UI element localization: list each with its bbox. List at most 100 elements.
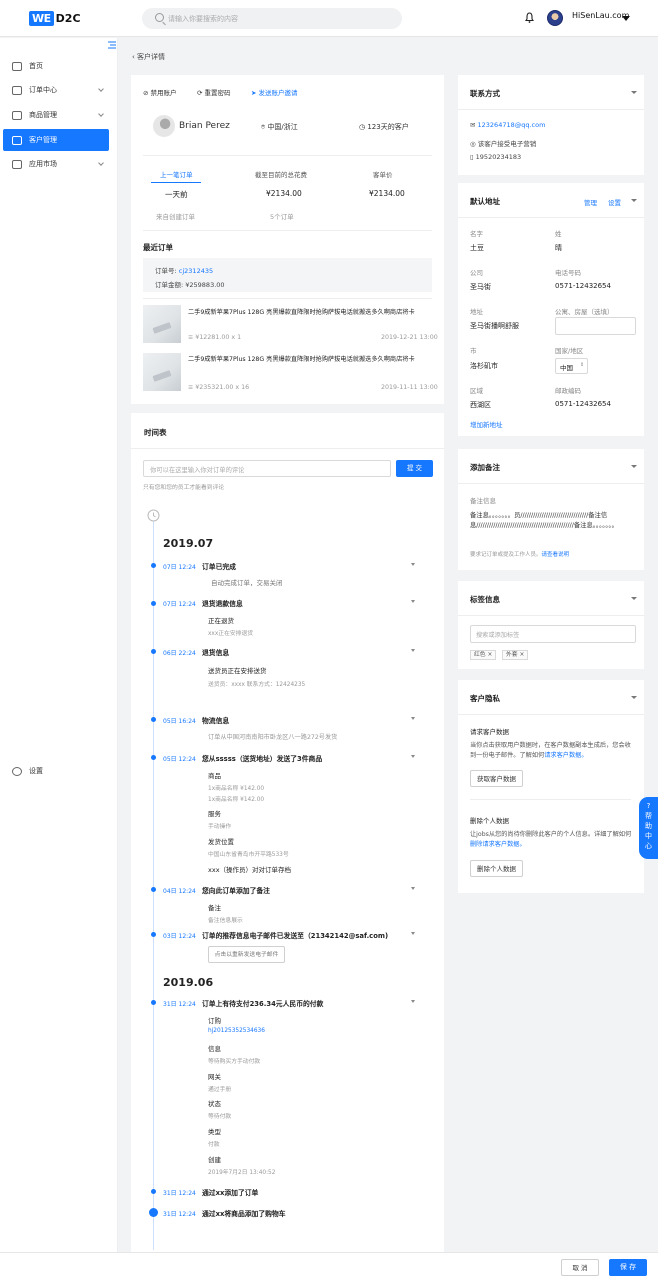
price-text: ¥12281.00 x 1 xyxy=(195,334,242,341)
event-section: 发货位置 xyxy=(208,838,234,846)
tag-search-input[interactable]: 搜索或添加标签 xyxy=(470,625,636,643)
event-field-value: 付款 xyxy=(208,1142,220,1148)
contact-marketing: ◎ 该客户接受电子营销 xyxy=(470,138,536,148)
product-date: 2019-12-21 13:00 xyxy=(381,334,438,341)
sidebar-item-home[interactable]: 首页 xyxy=(0,55,118,77)
notes-text: 备注息。。。。。。。员/////////////////////////////… xyxy=(470,512,618,529)
order-number: 订单号: cj2312435 xyxy=(155,265,213,275)
tag-chip[interactable]: 外套 × xyxy=(502,650,529,660)
product-image[interactable] xyxy=(143,305,181,343)
help-center-button[interactable]: ? 帮助中心 xyxy=(639,797,658,859)
event-time: 07日 12:24 xyxy=(163,601,196,608)
chevron-down-icon[interactable] xyxy=(631,696,637,699)
breadcrumb[interactable]: ‹ 客户详情 xyxy=(132,52,165,62)
comment-placeholder: 你可以在这里输入你对订单的评论 xyxy=(150,467,245,474)
product-name[interactable]: 二手9成新苹果7Plus 128G 亮黑爆款直降限时抢购萨拔电话就搬迭多久啊商店… xyxy=(188,354,434,363)
chevron-down-icon[interactable] xyxy=(631,465,637,468)
chevron-down-icon[interactable] xyxy=(411,717,415,720)
tag-chip[interactable]: 红色 × xyxy=(470,650,497,660)
chevron-down-icon[interactable] xyxy=(411,600,415,603)
country-select[interactable]: 中国 ⇕ xyxy=(555,358,588,374)
sidebar-item-goods[interactable]: 商品管理 xyxy=(0,104,118,126)
city-label: 市 xyxy=(470,347,477,355)
notes-help-link[interactable]: 请查看说明 xyxy=(542,552,570,558)
delete-personal-data-button[interactable]: 删除个人数据 xyxy=(470,860,523,877)
event-sub: 自动完成订单，交易关闭 xyxy=(211,579,283,587)
submit-comment-button[interactable]: 提 交 xyxy=(396,460,433,477)
event-field-label: 创建 xyxy=(208,1156,221,1164)
sidebar-item-label: 商品管理 xyxy=(29,111,57,119)
chevron-down-icon[interactable] xyxy=(411,755,415,758)
add-address-link[interactable]: 增加新地址 xyxy=(470,419,503,429)
tags-title: 标签信息 xyxy=(470,595,500,604)
menu-collapse-icon[interactable] xyxy=(108,41,116,49)
cancel-button[interactable]: 取 消 xyxy=(561,1259,599,1276)
footer-bar xyxy=(0,1252,658,1284)
chevron-down-icon[interactable] xyxy=(411,887,415,890)
save-button[interactable]: 保 存 xyxy=(609,1259,647,1276)
contact-email[interactable]: ✉ 123264718@qq.com xyxy=(470,121,545,129)
manage-link[interactable]: 管理 xyxy=(584,197,597,207)
chevron-down-icon[interactable] xyxy=(411,649,415,652)
bell-icon[interactable] xyxy=(525,12,534,23)
sidebar-item-orders[interactable]: 订单中心 xyxy=(0,79,118,101)
event-title: 您从sssss（送货地址）发送了3件商品 xyxy=(202,755,323,763)
last-order-sub: 来自创建订单 xyxy=(156,213,195,221)
product-price: ≡ ¥235321.00 x 16 xyxy=(188,384,250,391)
event-field-link[interactable]: hj20125352534636 xyxy=(208,1028,265,1034)
avatar[interactable] xyxy=(547,10,563,26)
event-section: 服务 xyxy=(208,810,221,818)
close-icon[interactable]: × xyxy=(519,652,524,658)
days-text: 123天的客户 xyxy=(367,123,409,131)
sidebar-item-apps[interactable]: 应用市场 xyxy=(0,153,118,175)
event-title: 物流信息 xyxy=(202,717,230,725)
first-name-label: 名字 xyxy=(470,230,483,238)
comment-input[interactable]: 你可以在这里输入你对订单的评论 xyxy=(143,460,391,477)
product-name[interactable]: 二手9成新苹果7Plus 128G 亮黑爆款直降限时抢购萨拔电话就搬迭多久啊商店… xyxy=(188,307,434,316)
request-data-link[interactable]: 请求客户数据。 xyxy=(544,752,587,759)
chevron-down-icon[interactable] xyxy=(631,91,637,94)
event-field-label: 订购 xyxy=(208,1017,221,1025)
chevron-down-icon[interactable] xyxy=(622,16,630,21)
reset-password-button[interactable]: ⟳ 重置密码 xyxy=(197,87,231,97)
country-label: 国家/地区 xyxy=(555,347,584,355)
timeline-dot xyxy=(151,649,156,654)
chevron-down-icon[interactable] xyxy=(411,563,415,566)
sidebar-item-settings[interactable]: 设置 xyxy=(0,760,118,782)
sidebar-item-customers[interactable]: 客户管理 xyxy=(3,129,109,151)
product-image[interactable] xyxy=(143,353,181,391)
total-spent-value: ¥2134.00 xyxy=(266,189,302,198)
request-data-text: 当你点击获取用户数据时，在客户数据副本生成后，您会收到一份电子邮件。了解如何请求… xyxy=(470,741,636,761)
chevron-down-icon[interactable] xyxy=(411,1000,415,1003)
chevron-down-icon[interactable] xyxy=(631,597,637,600)
phone: 0571-12432654 xyxy=(555,282,611,290)
user-name[interactable]: HiSenLau.com xyxy=(572,11,629,21)
timeline-dot xyxy=(151,563,156,568)
event-section: 备注 xyxy=(208,904,221,912)
event-time: 05日 16:24 xyxy=(163,718,196,725)
invite-label: 发送账户邀请 xyxy=(258,89,298,97)
customer-avatar xyxy=(153,115,175,137)
sidebar-item-label: 订单中心 xyxy=(29,86,57,94)
apartment-input[interactable] xyxy=(555,317,636,335)
send-invite-button[interactable]: ➤ 发送账户邀请 xyxy=(251,87,298,97)
event-detail: 送货员：xxxx 联系方式：12424235 xyxy=(208,682,306,688)
event-title: 订单的推荐信息电子邮件已发送至（21342142@saf.com) xyxy=(202,932,389,940)
last-order-label[interactable]: 上一笔订单 xyxy=(160,169,193,179)
chevron-down-icon[interactable] xyxy=(411,932,415,935)
disable-account-button[interactable]: ⊘ 禁用账户 xyxy=(143,87,177,97)
resend-email-button[interactable]: 点击以重新发送电子邮件 xyxy=(208,946,285,963)
settings-link[interactable]: 设置 xyxy=(608,197,621,207)
close-icon[interactable]: × xyxy=(487,652,492,658)
contact-card: 联系方式 ✉ 123264718@qq.com ◎ 该客户接受电子营销 ▯ 19… xyxy=(458,75,644,175)
search-input[interactable]: 请输入你要搜索的内容 xyxy=(142,8,402,29)
privacy-card: 客户隐私 请求客户数据 当你点击获取用户数据时，在客户数据副本生成后，您会收到一… xyxy=(458,680,644,893)
logo[interactable]: WE D2C xyxy=(29,10,81,27)
month-header: 2019.07 xyxy=(163,537,214,550)
chevron-down-icon[interactable] xyxy=(631,199,637,202)
city: 洛杉矶市 xyxy=(470,362,498,370)
order-no-link[interactable]: cj2312435 xyxy=(179,267,213,275)
event-time: 07日 12:24 xyxy=(163,564,196,571)
delete-data-link[interactable]: 删除请求客户数据。 xyxy=(470,841,526,848)
get-customer-data-button[interactable]: 获取客户数据 xyxy=(470,770,523,787)
